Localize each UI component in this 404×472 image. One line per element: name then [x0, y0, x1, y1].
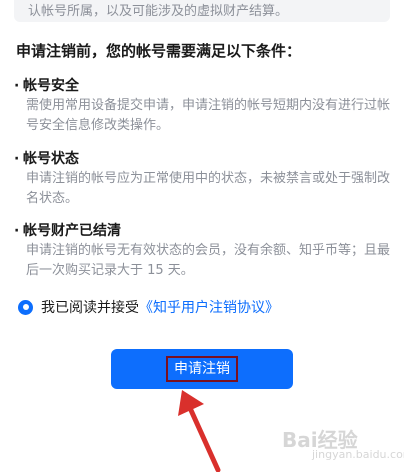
apply-deactivate-button[interactable]: 申请注销 — [111, 349, 293, 389]
bullet: · — [14, 78, 20, 94]
conditions-heading: 申请注销前，您的帐号需要满足以下条件： — [16, 42, 302, 60]
agreement-radio-icon[interactable] — [18, 299, 33, 315]
watermark-url: jingyan.baidu.com — [312, 448, 404, 461]
agreement-link[interactable]: 《知乎用户注销协议》 — [139, 297, 279, 317]
apply-deactivate-label: 申请注销 — [166, 356, 238, 382]
radio-dot — [22, 304, 29, 310]
condition-desc: 需使用常用设备提交申请，申请注销的帐号短期内没有进行过帐号安全信息修改类操作。 — [26, 98, 391, 133]
agreement-row: 我已阅读并接受 《知乎用户注销协议》 — [18, 297, 279, 317]
condition-assets-settled: · 帐号财产已结清 申请注销的帐号无有效状态的会员，没有余额、知乎币等；且最后一次… — [14, 221, 394, 281]
condition-title: 帐号财产已结清 — [23, 223, 121, 239]
condition-account-security: · 帐号安全 需使用常用设备提交申请，申请注销的帐号短期内没有进行过帐号安全信息修… — [14, 76, 394, 136]
arrow-shaft — [187, 405, 221, 472]
notice-text: 认帐号所属，以及可能涉及的虚拟财产结算。 — [28, 4, 289, 19]
bullet: · — [14, 223, 20, 239]
condition-title: 帐号状态 — [23, 151, 79, 167]
condition-account-status: · 帐号状态 申请注销的帐号应为正常使用中的状态，未被禁言或处于强制改名状态。 — [14, 149, 394, 209]
condition-desc: 申请注销的帐号应为正常使用中的状态，未被禁言或处于强制改名状态。 — [26, 171, 391, 206]
bullet: · — [14, 151, 20, 167]
condition-desc: 申请注销的帐号无有效状态的会员，没有余额、知乎币等；且最后一次购买记录大于 15… — [26, 243, 391, 278]
top-notice: 认帐号所属，以及可能涉及的虚拟财产结算。 — [14, 0, 390, 22]
condition-title: 帐号安全 — [23, 78, 79, 94]
annotation-arrow-icon — [178, 390, 221, 472]
agreement-text: 我已阅读并接受 — [41, 300, 139, 316]
